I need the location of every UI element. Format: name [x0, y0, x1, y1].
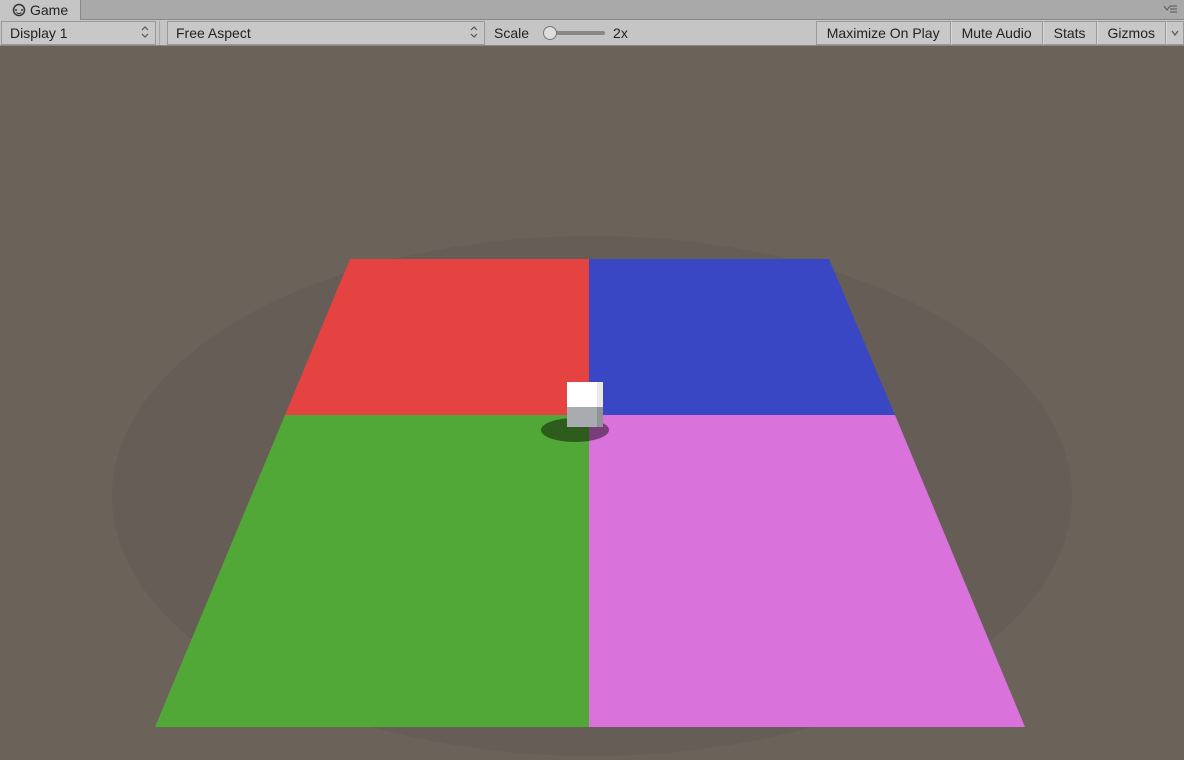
gizmos-label: Gizmos: [1108, 25, 1155, 41]
display-dropdown-label: Display 1: [10, 25, 68, 41]
chevron-down-icon: [1171, 28, 1179, 38]
chevron-updown-icon: [141, 26, 149, 40]
scale-control: Scale 2x: [486, 25, 636, 41]
chevron-updown-icon: [470, 26, 478, 40]
mute-audio-button[interactable]: Mute Audio: [951, 21, 1043, 45]
game-toolbar: Display 1 Free Aspect Scale 2x Maximize …: [0, 20, 1184, 46]
game-viewport[interactable]: [0, 46, 1184, 760]
scale-slider-thumb[interactable]: [543, 26, 557, 40]
aspect-dropdown[interactable]: Free Aspect: [167, 21, 485, 45]
aspect-dropdown-label: Free Aspect: [176, 25, 251, 41]
stats-label: Stats: [1054, 25, 1086, 41]
tab-bar: Game: [0, 0, 1184, 20]
scale-slider[interactable]: [545, 31, 605, 35]
separator: [159, 21, 161, 45]
scene-render: [0, 46, 1184, 760]
game-tab-label: Game: [30, 2, 68, 18]
display-dropdown[interactable]: Display 1: [1, 21, 156, 45]
maximize-on-play-button[interactable]: Maximize On Play: [816, 21, 951, 45]
stats-button[interactable]: Stats: [1043, 21, 1097, 45]
gizmos-button[interactable]: Gizmos: [1097, 21, 1166, 45]
gizmos-dropdown-button[interactable]: [1166, 21, 1184, 45]
scale-value: 2x: [613, 25, 628, 41]
tab-menu-icon[interactable]: [1160, 2, 1180, 16]
mute-label: Mute Audio: [962, 25, 1032, 41]
game-tab[interactable]: Game: [0, 0, 81, 20]
maximize-label: Maximize On Play: [827, 25, 940, 41]
scale-label: Scale: [494, 25, 529, 41]
game-icon: [12, 3, 26, 17]
